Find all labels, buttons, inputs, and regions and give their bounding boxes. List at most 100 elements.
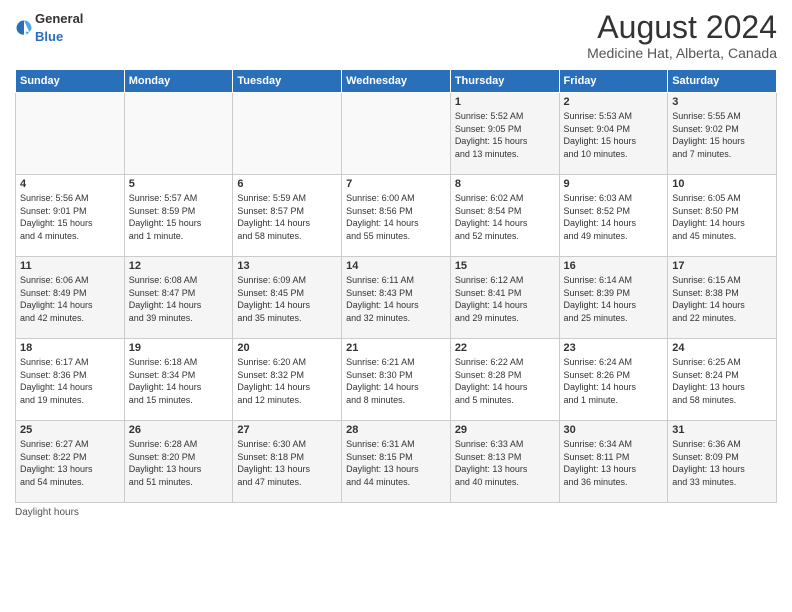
cell-w1-d7: 3 Sunrise: 5:55 AM Sunset: 9:02 PM Daylig… (668, 93, 777, 175)
day-info: Sunrise: 6:06 AM Sunset: 8:49 PM Dayligh… (20, 274, 120, 324)
day-info: Sunrise: 6:34 AM Sunset: 8:11 PM Dayligh… (564, 438, 664, 488)
day-number: 11 (20, 260, 120, 272)
day-number: 10 (672, 178, 772, 190)
cell-w4-d6: 23Sunrise: 6:24 AM Sunset: 8:26 PM Dayli… (559, 339, 668, 421)
cell-w5-d6: 30 Sunrise: 6:34 AM Sunset: 8:11 PM Dayli… (559, 421, 668, 503)
cell-w4-d7: 24 Sunrise: 6:25 AM Sunset: 8:24 PM Dayli… (668, 339, 777, 421)
day-number: 12 (129, 260, 229, 272)
day-number: 20 (237, 342, 337, 354)
cell-w4-d3: 20 Sunrise: 6:20 AM Sunset: 8:32 PM Dayli… (233, 339, 342, 421)
cell-w2-d2: 5 Sunrise: 5:57 AM Sunset: 8:59 PM Daylig… (124, 175, 233, 257)
page: General Blue August 2024 Medicine Hat, A… (0, 0, 792, 612)
day-number: 16 (564, 260, 664, 272)
day-number: 24 (672, 342, 772, 354)
day-info: Sunrise: 6:03 AM Sunset: 8:52 PM Dayligh… (564, 192, 664, 242)
day-info: Sunrise: 6:30 AM Sunset: 8:18 PM Dayligh… (237, 438, 337, 488)
day-number: 26 (129, 424, 229, 436)
day-number: 4 (20, 178, 120, 190)
day-info: Sunrise: 5:52 AM Sunset: 9:05 PM Dayligh… (455, 110, 555, 160)
day-number: 22 (455, 342, 555, 354)
calendar-header: Sunday Monday Tuesday Wednesday Thursday… (16, 70, 777, 93)
day-number: 14 (346, 260, 446, 272)
cell-w1-d4 (342, 93, 451, 175)
day-info: Sunrise: 6:09 AM Sunset: 8:45 PM Dayligh… (237, 274, 337, 324)
day-number: 25 (20, 424, 120, 436)
logo-icon (15, 19, 33, 37)
title-block: August 2024 Medicine Hat, Alberta, Canad… (587, 10, 777, 61)
day-info: Sunrise: 5:55 AM Sunset: 9:02 PM Dayligh… (672, 110, 772, 160)
day-info: Sunrise: 6:18 AM Sunset: 8:34 PM Dayligh… (129, 356, 229, 406)
day-info: Sunrise: 6:12 AM Sunset: 8:41 PM Dayligh… (455, 274, 555, 324)
week-row-5: 25 Sunrise: 6:27 AM Sunset: 8:22 PM Dayli… (16, 421, 777, 503)
day-info: Sunrise: 6:15 AM Sunset: 8:38 PM Dayligh… (672, 274, 772, 324)
cell-w4-d1: 18 Sunrise: 6:17 AM Sunset: 8:36 PM Dayli… (16, 339, 125, 421)
day-number: 15 (455, 260, 555, 272)
day-info: Sunrise: 6:36 AM Sunset: 8:09 PM Dayligh… (672, 438, 772, 488)
cell-w2-d1: 4 Sunrise: 5:56 AM Sunset: 9:01 PM Daylig… (16, 175, 125, 257)
day-info: Sunrise: 6:21 AM Sunset: 8:30 PM Dayligh… (346, 356, 446, 406)
day-number: 18 (20, 342, 120, 354)
day-number: 8 (455, 178, 555, 190)
day-info: Sunrise: 6:17 AM Sunset: 8:36 PM Dayligh… (20, 356, 120, 406)
cell-w3-d3: 13 Sunrise: 6:09 AM Sunset: 8:45 PM Dayli… (233, 257, 342, 339)
cell-w2-d7: 10 Sunrise: 6:05 AM Sunset: 8:50 PM Dayli… (668, 175, 777, 257)
cell-w5-d1: 25 Sunrise: 6:27 AM Sunset: 8:22 PM Dayli… (16, 421, 125, 503)
col-tuesday: Tuesday (233, 70, 342, 93)
day-number: 6 (237, 178, 337, 190)
day-info: Sunrise: 6:22 AM Sunset: 8:28 PM Dayligh… (455, 356, 555, 406)
cell-w1-d2 (124, 93, 233, 175)
day-number: 19 (129, 342, 229, 354)
cell-w2-d4: 7 Sunrise: 6:00 AM Sunset: 8:56 PM Daylig… (342, 175, 451, 257)
day-info: Sunrise: 6:33 AM Sunset: 8:13 PM Dayligh… (455, 438, 555, 488)
day-number: 13 (237, 260, 337, 272)
week-row-4: 18 Sunrise: 6:17 AM Sunset: 8:36 PM Dayli… (16, 339, 777, 421)
col-monday: Monday (124, 70, 233, 93)
day-number: 1 (455, 96, 555, 108)
calendar-table: Sunday Monday Tuesday Wednesday Thursday… (15, 69, 777, 503)
cell-w5-d4: 28Sunrise: 6:31 AM Sunset: 8:15 PM Dayli… (342, 421, 451, 503)
cell-w4-d4: 21Sunrise: 6:21 AM Sunset: 8:30 PM Dayli… (342, 339, 451, 421)
day-number: 30 (564, 424, 664, 436)
page-subtitle: Medicine Hat, Alberta, Canada (587, 45, 777, 61)
cell-w1-d1 (16, 93, 125, 175)
day-number: 31 (672, 424, 772, 436)
day-number: 7 (346, 178, 446, 190)
day-info: Sunrise: 6:20 AM Sunset: 8:32 PM Dayligh… (237, 356, 337, 406)
cell-w3-d2: 12 Sunrise: 6:08 AM Sunset: 8:47 PM Dayli… (124, 257, 233, 339)
day-info: Sunrise: 6:05 AM Sunset: 8:50 PM Dayligh… (672, 192, 772, 242)
day-info: Sunrise: 6:08 AM Sunset: 8:47 PM Dayligh… (129, 274, 229, 324)
day-number: 9 (564, 178, 664, 190)
calendar-body: 1 Sunrise: 5:52 AM Sunset: 9:05 PM Daylig… (16, 93, 777, 503)
cell-w1-d3 (233, 93, 342, 175)
day-info: Sunrise: 5:59 AM Sunset: 8:57 PM Dayligh… (237, 192, 337, 242)
col-friday: Friday (559, 70, 668, 93)
day-number: 5 (129, 178, 229, 190)
cell-w4-d5: 22 Sunrise: 6:22 AM Sunset: 8:28 PM Dayli… (450, 339, 559, 421)
day-info: Sunrise: 6:25 AM Sunset: 8:24 PM Dayligh… (672, 356, 772, 406)
col-wednesday: Wednesday (342, 70, 451, 93)
cell-w4-d2: 19 Sunrise: 6:18 AM Sunset: 8:34 PM Dayli… (124, 339, 233, 421)
day-number: 3 (672, 96, 772, 108)
cell-w3-d7: 17Sunrise: 6:15 AM Sunset: 8:38 PM Dayli… (668, 257, 777, 339)
col-saturday: Saturday (668, 70, 777, 93)
footer-text: Daylight hours (15, 507, 79, 518)
day-info: Sunrise: 6:31 AM Sunset: 8:15 PM Dayligh… (346, 438, 446, 488)
cell-w3-d1: 11 Sunrise: 6:06 AM Sunset: 8:49 PM Dayli… (16, 257, 125, 339)
day-number: 27 (237, 424, 337, 436)
cell-w3-d6: 16Sunrise: 6:14 AM Sunset: 8:39 PM Dayli… (559, 257, 668, 339)
day-info: Sunrise: 6:24 AM Sunset: 8:26 PM Dayligh… (564, 356, 664, 406)
day-info: Sunrise: 5:57 AM Sunset: 8:59 PM Dayligh… (129, 192, 229, 242)
day-info: Sunrise: 5:56 AM Sunset: 9:01 PM Dayligh… (20, 192, 120, 242)
week-row-2: 4 Sunrise: 5:56 AM Sunset: 9:01 PM Daylig… (16, 175, 777, 257)
day-info: Sunrise: 6:27 AM Sunset: 8:22 PM Dayligh… (20, 438, 120, 488)
cell-w1-d5: 1 Sunrise: 5:52 AM Sunset: 9:05 PM Daylig… (450, 93, 559, 175)
logo-text: General (35, 11, 83, 26)
week-row-1: 1 Sunrise: 5:52 AM Sunset: 9:05 PM Daylig… (16, 93, 777, 175)
cell-w2-d6: 9 Sunrise: 6:03 AM Sunset: 8:52 PM Daylig… (559, 175, 668, 257)
day-info: Sunrise: 6:00 AM Sunset: 8:56 PM Dayligh… (346, 192, 446, 242)
day-number: 2 (564, 96, 664, 108)
header-row: Sunday Monday Tuesday Wednesday Thursday… (16, 70, 777, 93)
day-info: Sunrise: 6:28 AM Sunset: 8:20 PM Dayligh… (129, 438, 229, 488)
cell-w3-d5: 15 Sunrise: 6:12 AM Sunset: 8:41 PM Dayli… (450, 257, 559, 339)
footer: Daylight hours (15, 507, 777, 518)
